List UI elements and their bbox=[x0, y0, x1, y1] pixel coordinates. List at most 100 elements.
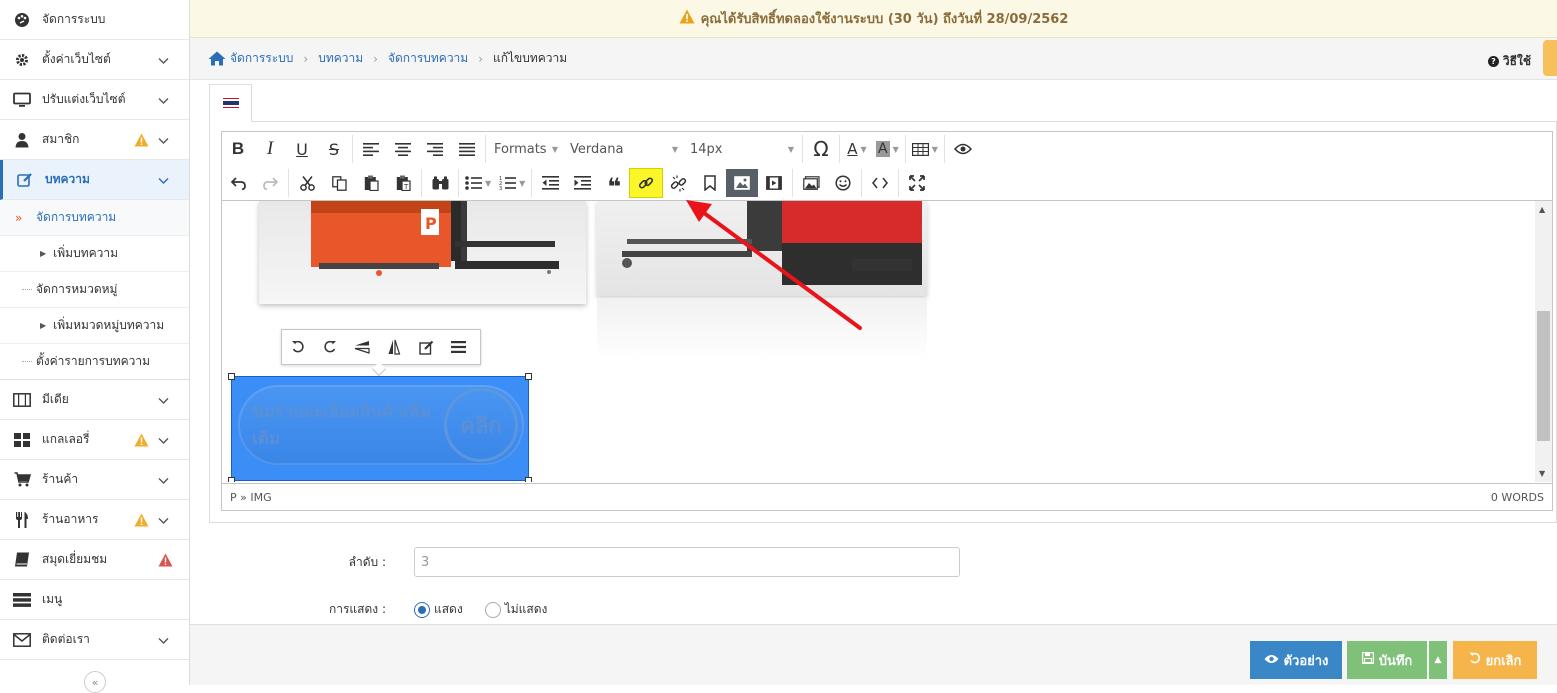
strikethrough-button[interactable]: S bbox=[318, 135, 350, 163]
emoticon-icon[interactable] bbox=[827, 169, 859, 197]
cancel-button[interactable]: ยกเลิก bbox=[1453, 641, 1537, 679]
sidebar-sub-label: เพิ่มหมวดหมู่บทความ bbox=[53, 318, 165, 332]
breadcrumb-link[interactable]: จัดการระบบ bbox=[230, 49, 293, 68]
flip-vertical-icon[interactable] bbox=[346, 333, 378, 361]
sidebar-item-label: แกลเลอรี่ bbox=[42, 432, 90, 446]
numbered-list-icon[interactable]: 1 2 3 ▼ bbox=[495, 169, 529, 197]
sidebar-item-members[interactable]: สมาชิก bbox=[0, 120, 189, 160]
sidebar-item-system[interactable]: จัดการระบบ bbox=[0, 0, 189, 40]
sidebar-item-site-settings[interactable]: ตั้งค่าเว็บไซต์ bbox=[0, 40, 189, 80]
selected-button-image[interactable]: ชมรายละเอียดสินค้าเพิ่มเติม คลิก bbox=[228, 373, 532, 482]
resize-handle[interactable] bbox=[228, 477, 235, 482]
home-icon[interactable] bbox=[208, 51, 226, 66]
source-code-icon[interactable] bbox=[864, 169, 896, 197]
sidebar-item-contact[interactable]: ติดต่อเรา bbox=[0, 620, 189, 660]
sidebar-item-customize[interactable]: ปรับแต่งเว็บไซต์ bbox=[0, 80, 189, 120]
redo-icon[interactable] bbox=[254, 169, 286, 197]
align-center-icon[interactable] bbox=[387, 135, 419, 163]
formats-label: Formats bbox=[494, 141, 547, 157]
radio-hide[interactable]: ไม่แสดง bbox=[484, 600, 547, 619]
unlink-icon[interactable] bbox=[662, 169, 694, 197]
italic-button[interactable]: I bbox=[254, 135, 286, 163]
element-path[interactable]: P » IMG bbox=[230, 491, 272, 504]
table-icon[interactable]: ▼ bbox=[908, 135, 942, 163]
side-panel-tab[interactable] bbox=[1543, 40, 1557, 76]
resize-handle[interactable] bbox=[228, 373, 235, 380]
sidebar-sub-manage-categories[interactable]: จัดการหมวดหมู่ bbox=[0, 272, 189, 308]
editor-scrollbar[interactable]: ▲ ▼ bbox=[1535, 201, 1552, 482]
danger-icon bbox=[158, 553, 173, 570]
find-replace-icon[interactable] bbox=[424, 169, 456, 197]
font-family-dropdown[interactable]: Verdana ▼ bbox=[564, 142, 684, 157]
cut-icon[interactable] bbox=[291, 169, 323, 197]
sidebar-sub-manage-articles[interactable]: » จัดการบทความ bbox=[0, 200, 189, 236]
sidebar-item-restaurant[interactable]: ร้านอาหาร bbox=[0, 500, 189, 540]
sidebar-sub-add-article[interactable]: ▶ เพิ่มบทความ bbox=[0, 236, 189, 272]
insert-image-icon[interactable] bbox=[726, 169, 759, 197]
image-options-icon[interactable] bbox=[442, 333, 474, 361]
resize-handle[interactable] bbox=[525, 477, 532, 482]
align-left-icon[interactable] bbox=[355, 135, 387, 163]
bullet-list-icon[interactable]: ▼ bbox=[461, 169, 495, 197]
edit-image-icon[interactable] bbox=[410, 333, 442, 361]
save-options-button[interactable]: ▲ bbox=[1429, 641, 1447, 679]
sidebar-item-label: ปรับแต่งเว็บไซต์ bbox=[42, 92, 126, 106]
sidebar-sub-add-category[interactable]: ▶ เพิ่มหมวดหมู่บทความ bbox=[0, 308, 189, 344]
omega-icon[interactable]: Ω bbox=[805, 135, 837, 163]
display-label: การแสดง : bbox=[328, 602, 386, 616]
fullscreen-icon[interactable] bbox=[901, 169, 933, 197]
paste-text-icon[interactable]: T bbox=[387, 169, 419, 197]
forklift-image-red[interactable] bbox=[597, 201, 927, 296]
breadcrumb-link[interactable]: จัดการบทความ bbox=[388, 49, 468, 68]
blockquote-icon[interactable]: ❝ bbox=[598, 169, 630, 199]
word-count: 0 WORDS bbox=[1490, 491, 1544, 504]
sidebar-item-articles[interactable]: บทความ bbox=[0, 160, 189, 200]
image-text-click: คลิก bbox=[444, 388, 518, 462]
radio-unchecked[interactable] bbox=[484, 601, 501, 618]
flip-horizontal-icon[interactable] bbox=[378, 333, 410, 361]
image-gallery-icon[interactable] bbox=[795, 169, 827, 197]
insert-link-icon[interactable] bbox=[629, 168, 664, 198]
save-button[interactable]: บันทึก bbox=[1347, 641, 1427, 679]
sidebar-item-gallery[interactable]: แกลเลอรี่ bbox=[0, 420, 189, 460]
order-input[interactable]: 3 bbox=[414, 547, 960, 577]
insert-media-icon[interactable] bbox=[758, 169, 790, 197]
text-color-button[interactable]: A ▼ bbox=[842, 135, 872, 163]
sidebar-item-shop[interactable]: ร้านค้า bbox=[0, 460, 189, 500]
background-color-button[interactable]: A ▼ bbox=[872, 135, 903, 163]
sidebar-item-guestbook[interactable]: สมุดเยี่ยมชม bbox=[0, 540, 189, 580]
film-icon bbox=[12, 391, 32, 409]
font-size-dropdown[interactable]: 14px ▼ bbox=[684, 142, 800, 157]
sidebar-sub-label: เพิ่มบทความ bbox=[53, 246, 119, 260]
bold-button[interactable]: B bbox=[222, 135, 254, 163]
editor-content[interactable]: P ชมรายละเอียดสินค้าเพิ่มเติม คลิก bbox=[222, 201, 1536, 482]
bookmark-icon[interactable] bbox=[694, 169, 726, 197]
breadcrumb-link[interactable]: บทความ bbox=[318, 49, 363, 68]
copy-icon[interactable] bbox=[323, 169, 355, 197]
help-link[interactable]: ? วิธีใช้ bbox=[1487, 52, 1531, 71]
align-justify-icon[interactable] bbox=[451, 135, 483, 163]
sidebar-sub-article-settings[interactable]: ตั้งค่ารายการบทความ bbox=[0, 344, 189, 380]
radio-checked[interactable] bbox=[414, 601, 430, 618]
eye-icon[interactable] bbox=[947, 135, 979, 163]
formats-dropdown[interactable]: Formats ▼ bbox=[488, 142, 564, 157]
scroll-up-icon[interactable]: ▲ bbox=[1539, 205, 1545, 214]
paste-icon[interactable] bbox=[355, 169, 387, 197]
sidebar-item-media[interactable]: มีเดีย bbox=[0, 380, 189, 420]
sidebar-collapse-button[interactable]: « bbox=[84, 671, 106, 693]
indent-icon[interactable] bbox=[566, 169, 598, 197]
underline-button[interactable]: U bbox=[286, 135, 318, 163]
undo-icon[interactable] bbox=[222, 169, 254, 197]
tab-thai[interactable] bbox=[209, 84, 252, 122]
outdent-icon[interactable] bbox=[534, 169, 566, 197]
forklift-image-orange[interactable]: P bbox=[259, 201, 586, 304]
preview-button[interactable]: ตัวอย่าง bbox=[1250, 641, 1342, 679]
rotate-left-icon[interactable] bbox=[282, 333, 314, 361]
scroll-down-icon[interactable]: ▼ bbox=[1539, 469, 1545, 478]
align-right-icon[interactable] bbox=[419, 135, 451, 163]
resize-handle[interactable] bbox=[525, 373, 532, 380]
radio-show[interactable]: แสดง bbox=[414, 600, 463, 619]
sidebar-item-label: ตั้งค่าเว็บไซต์ bbox=[42, 52, 111, 66]
sidebar-item-menu[interactable]: เมนู bbox=[0, 580, 189, 620]
rotate-right-icon[interactable] bbox=[314, 333, 346, 361]
